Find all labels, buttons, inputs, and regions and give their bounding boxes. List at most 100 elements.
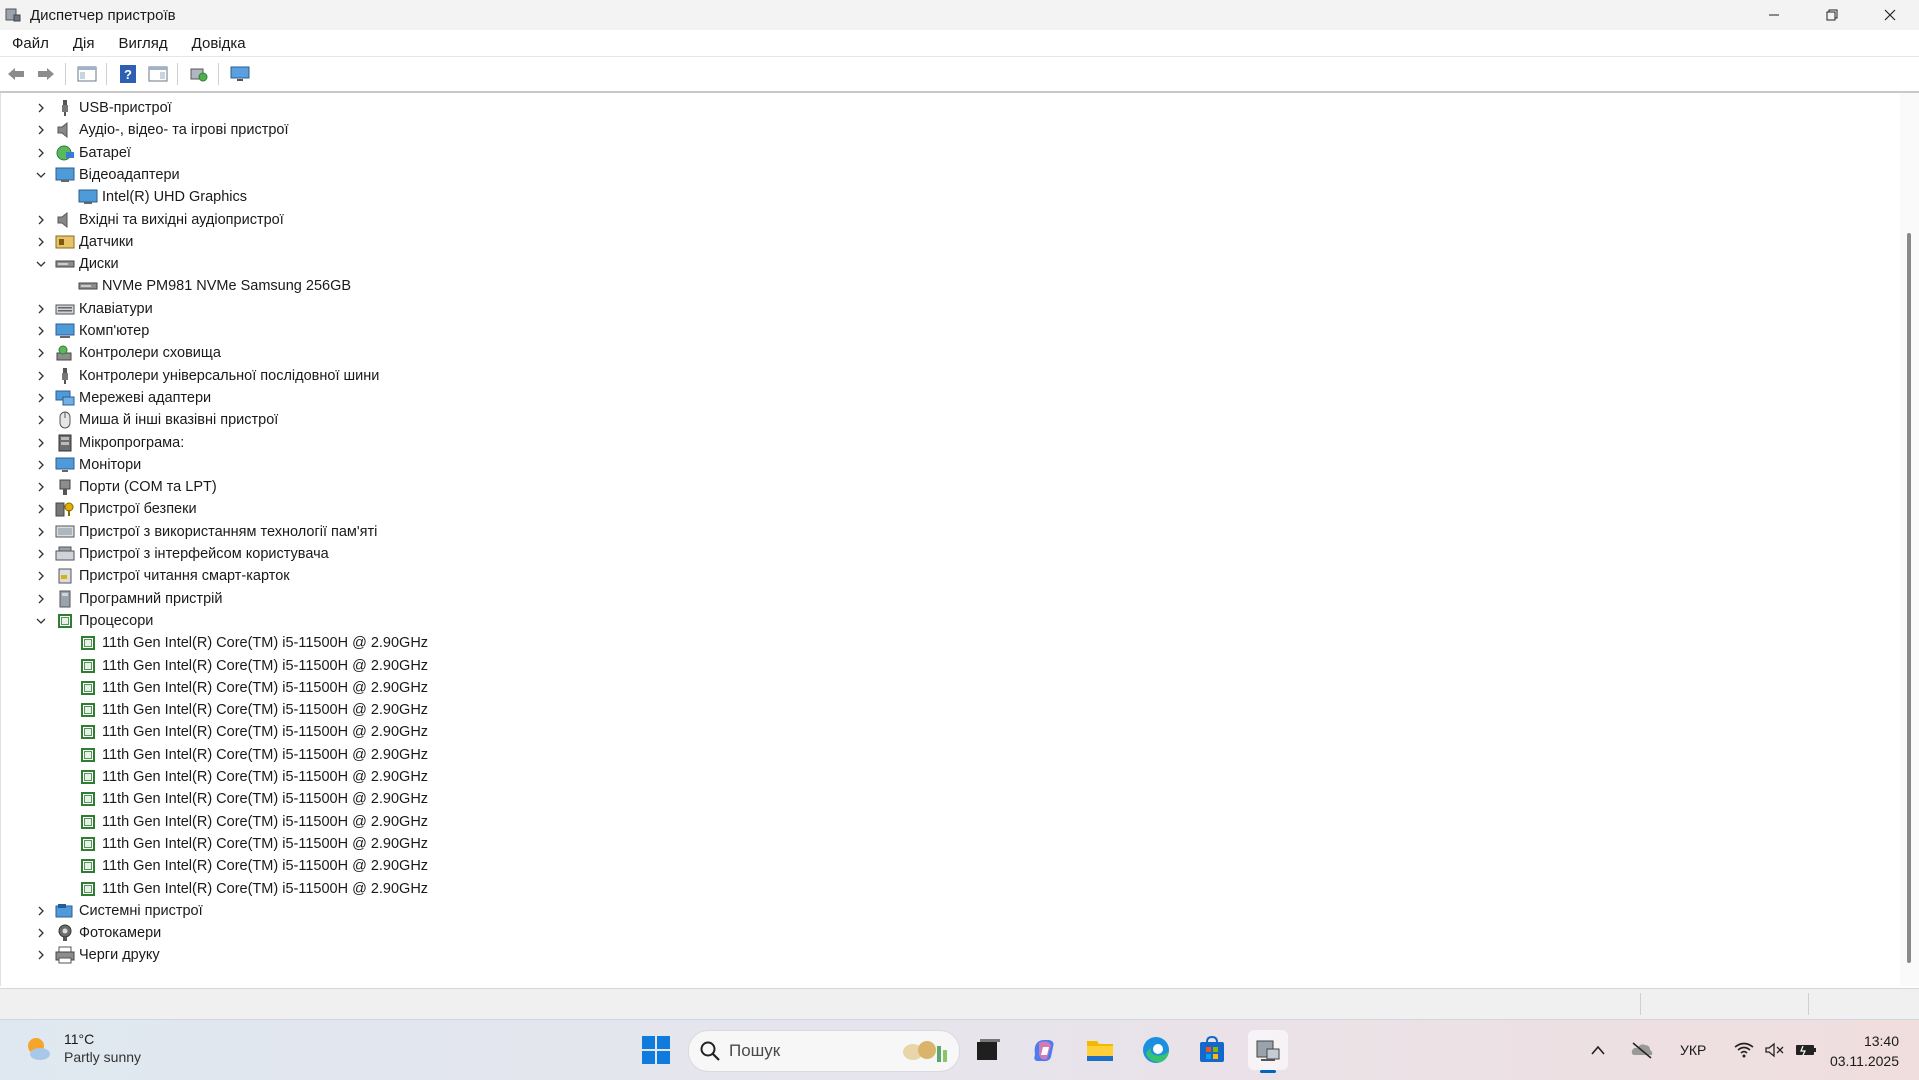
taskbar-search[interactable]: Пошук <box>688 1030 960 1072</box>
chevron-down-icon[interactable] <box>33 167 49 183</box>
menu-action[interactable]: Дія <box>61 35 107 52</box>
back-button[interactable] <box>2 61 30 87</box>
tree-category[interactable]: Диски <box>33 253 119 275</box>
menu-help[interactable]: Довідка <box>180 35 258 52</box>
tree-category[interactable]: Клавіатури <box>33 298 153 320</box>
tree-device[interactable]: 11th Gen Intel(R) Core(TM) i5-11500H @ 2… <box>78 721 428 743</box>
vertical-scrollbar[interactable] <box>1900 93 1919 986</box>
tree-device[interactable]: 11th Gen Intel(R) Core(TM) i5-11500H @ 2… <box>78 744 428 766</box>
tree-device[interactable]: 11th Gen Intel(R) Core(TM) i5-11500H @ 2… <box>78 632 428 654</box>
onedrive-offline-icon[interactable] <box>1630 1041 1654 1059</box>
chevron-right-icon[interactable] <box>33 568 49 584</box>
chevron-right-icon[interactable] <box>33 457 49 473</box>
chevron-right-icon[interactable] <box>33 501 49 517</box>
chevron-right-icon[interactable] <box>33 368 49 384</box>
tree-category[interactable]: Системні пристрої <box>33 900 203 922</box>
chevron-right-icon[interactable] <box>33 947 49 963</box>
start-button[interactable] <box>636 1030 676 1070</box>
scrollbar-thumb[interactable] <box>1907 233 1911 963</box>
copilot-button[interactable] <box>1024 1030 1064 1070</box>
chevron-down-icon[interactable] <box>33 613 49 629</box>
minimize-button[interactable] <box>1745 0 1803 30</box>
tree-device[interactable]: 11th Gen Intel(R) Core(TM) i5-11500H @ 2… <box>78 677 428 699</box>
forward-button[interactable] <box>32 61 60 87</box>
chevron-right-icon[interactable] <box>33 591 49 607</box>
tree-category[interactable]: Монітори <box>33 454 141 476</box>
title-bar: Диспетчер пристроїв <box>0 0 1919 30</box>
input-language[interactable]: УКР <box>1680 1042 1706 1058</box>
chevron-right-icon[interactable] <box>33 100 49 116</box>
chevron-right-icon[interactable] <box>33 301 49 317</box>
chevron-right-icon[interactable] <box>33 234 49 250</box>
tree-device[interactable]: 11th Gen Intel(R) Core(TM) i5-11500H @ 2… <box>78 833 428 855</box>
console-tree-button[interactable] <box>73 61 101 87</box>
tree-category[interactable]: Комп'ютер <box>33 320 149 342</box>
chevron-right-icon[interactable] <box>33 323 49 339</box>
tree-category[interactable]: Відеоадаптери <box>33 164 180 186</box>
tree-device[interactable]: 11th Gen Intel(R) Core(TM) i5-11500H @ 2… <box>78 788 428 810</box>
processor-icon <box>78 812 98 832</box>
chevron-right-icon[interactable] <box>33 122 49 138</box>
tree-category[interactable]: Миша й інші вказівні пристрої <box>33 409 278 431</box>
close-button[interactable] <box>1861 0 1919 30</box>
task-view-button[interactable] <box>968 1030 1008 1070</box>
menu-view[interactable]: Вигляд <box>107 35 180 52</box>
chevron-right-icon[interactable] <box>33 524 49 540</box>
edge-button[interactable] <box>1136 1030 1176 1070</box>
tree-device[interactable]: 11th Gen Intel(R) Core(TM) i5-11500H @ 2… <box>78 855 428 877</box>
taskbar-clock[interactable]: 13:40 03.11.2025 <box>1830 1031 1899 1071</box>
tree-category[interactable]: Процесори <box>33 610 153 632</box>
chevron-right-icon[interactable] <box>33 435 49 451</box>
printer-icon <box>55 945 75 965</box>
tree-device[interactable]: 11th Gen Intel(R) Core(TM) i5-11500H @ 2… <box>78 699 428 721</box>
tree-category[interactable]: Черги друку <box>33 944 160 966</box>
tree-device[interactable]: 11th Gen Intel(R) Core(TM) i5-11500H @ 2… <box>78 655 428 677</box>
show-hidden-icons-chevron-icon[interactable] <box>1590 1044 1606 1056</box>
chevron-right-icon[interactable] <box>33 212 49 228</box>
tree-category[interactable]: Пристрої з використанням технології пам'… <box>33 521 377 543</box>
tree-category[interactable]: Батареї <box>33 142 131 164</box>
tree-device[interactable]: 11th Gen Intel(R) Core(TM) i5-11500H @ 2… <box>78 766 428 788</box>
chevron-right-icon[interactable] <box>33 479 49 495</box>
tree-category[interactable]: Фотокамери <box>33 922 161 944</box>
restore-button[interactable] <box>1803 0 1861 30</box>
tree-category[interactable]: USB-пристрої <box>33 97 172 119</box>
chevron-right-icon[interactable] <box>33 546 49 562</box>
wifi-icon[interactable] <box>1734 1042 1754 1058</box>
menu-file[interactable]: Файл <box>0 35 61 52</box>
chevron-right-icon[interactable] <box>33 903 49 919</box>
tree-category[interactable]: Мікропрограма: <box>33 432 184 454</box>
tree-category[interactable]: Датчики <box>33 231 133 253</box>
tree-category[interactable]: Контролери сховища <box>33 342 221 364</box>
tree-item-label: Клавіатури <box>79 300 153 317</box>
help-button[interactable]: ? <box>114 61 142 87</box>
tree-device[interactable]: Intel(R) UHD Graphics <box>78 186 247 208</box>
weather-widget[interactable]: 11°C Partly sunny <box>22 1030 141 1066</box>
tree-category[interactable]: Пристрої читання смарт-карток <box>33 565 290 587</box>
store-button[interactable] <box>1192 1030 1232 1070</box>
file-explorer-button[interactable] <box>1080 1030 1120 1070</box>
chevron-down-icon[interactable] <box>33 256 49 272</box>
tree-device[interactable]: 11th Gen Intel(R) Core(TM) i5-11500H @ 2… <box>78 878 428 900</box>
tree-device[interactable]: 11th Gen Intel(R) Core(TM) i5-11500H @ 2… <box>78 811 428 833</box>
tree-category[interactable]: Порти (COM та LPT) <box>33 476 217 498</box>
tree-category[interactable]: Контролери універсальної послідовної шин… <box>33 365 379 387</box>
chevron-right-icon[interactable] <box>33 412 49 428</box>
tree-device[interactable]: NVMe PM981 NVMe Samsung 256GB <box>78 275 351 297</box>
tree-category[interactable]: Програмний пристрій <box>33 588 222 610</box>
monitor-button[interactable] <box>226 61 254 87</box>
scan-hardware-button[interactable] <box>185 61 213 87</box>
tree-category[interactable]: Аудіо-, відео- та ігрові пристрої <box>33 119 289 141</box>
tree-category[interactable]: Мережеві адаптери <box>33 387 211 409</box>
tree-category[interactable]: Пристрої з інтерфейсом користувача <box>33 543 329 565</box>
chevron-right-icon[interactable] <box>33 925 49 941</box>
chevron-right-icon[interactable] <box>33 390 49 406</box>
battery-charging-icon[interactable] <box>1794 1042 1818 1058</box>
action-pane-button[interactable] <box>144 61 172 87</box>
tree-category[interactable]: Вхідні та вихідні аудіопристрої <box>33 209 284 231</box>
chevron-right-icon[interactable] <box>33 345 49 361</box>
volume-muted-icon[interactable] <box>1764 1042 1784 1058</box>
device-manager-taskbar-button[interactable] <box>1248 1030 1288 1073</box>
tree-category[interactable]: Пристрої безпеки <box>33 498 197 520</box>
chevron-right-icon[interactable] <box>33 145 49 161</box>
